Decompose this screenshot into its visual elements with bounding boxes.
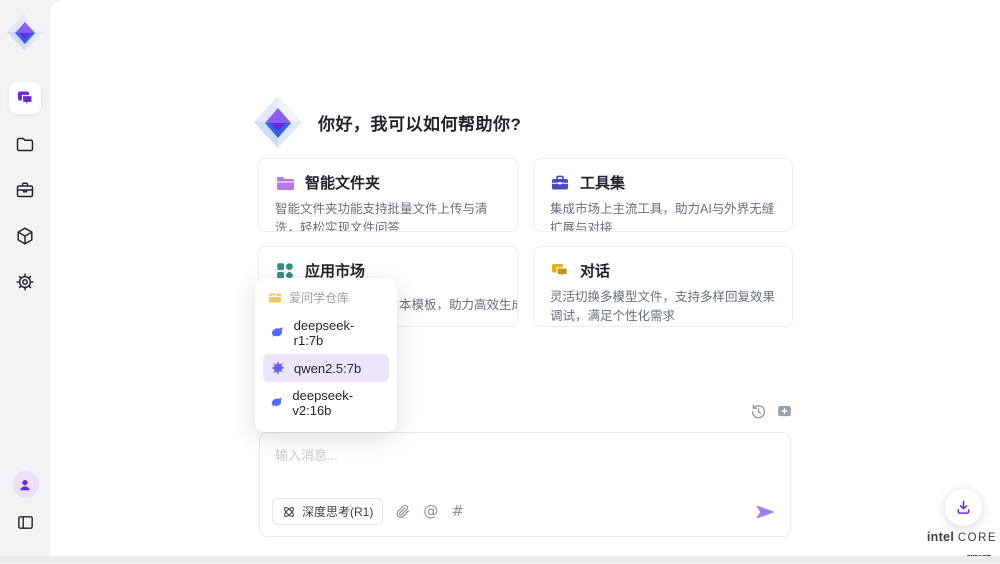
mention-button[interactable]: @ (423, 504, 438, 519)
new-chat-icon (776, 403, 793, 420)
cube-icon (15, 226, 35, 246)
model-group-header: 爱问学仓库 (263, 286, 389, 312)
intel-wordmark: intel (927, 530, 954, 544)
card-title: 智能文件夹 (305, 172, 380, 193)
model-option-label: deepseek-r1:7b (294, 318, 382, 348)
sidebar-item-files[interactable] (9, 128, 41, 160)
card-desc: 集成市场上主流工具，助力AI与外界无缝扩展与对接 (550, 200, 776, 232)
deep-think-label: 深度思考(R1) (302, 503, 373, 520)
download-icon (954, 498, 973, 517)
composer-toolbar: 深度思考(R1) @ # (272, 498, 776, 525)
model-option-deepseek-r1[interactable]: deepseek-r1:7b (263, 312, 389, 354)
window-bottom-edge (0, 556, 1000, 563)
history-button[interactable] (750, 403, 767, 420)
card-toolset[interactable]: 工具集 集成市场上主流工具，助力AI与外界无缝扩展与对接 (533, 158, 793, 232)
chat-icon (15, 88, 35, 108)
briefcase-icon (15, 180, 35, 200)
page-title: 你好，我可以如何帮助你? (318, 110, 521, 135)
conversation-actions (750, 403, 793, 420)
model-dropdown: 爱问学仓库 deepseek-r1:7b qwen2.5:7b deepseek… (255, 278, 397, 432)
folder-icon (15, 134, 35, 154)
card-desc: 灵活切换多模型文件，支持多样回复效果调试，满足个性化需求 (550, 288, 776, 326)
message-input[interactable] (275, 445, 775, 490)
model-group-label: 爱问学仓库 (289, 289, 349, 306)
model-option-label: qwen2.5:7b (294, 361, 361, 376)
sidebar (0, 0, 50, 556)
card-desc-visible-fragment: 本模板，助力高效生成多 (399, 294, 518, 313)
deep-think-icon (282, 505, 296, 519)
card-title: 工具集 (580, 172, 625, 193)
core-wordmark: core (958, 532, 997, 544)
sidebar-item-models[interactable] (9, 220, 41, 252)
greeting-block: 你好，我可以如何帮助你? (253, 95, 521, 149)
folder-icon (275, 173, 295, 193)
user-icon (17, 477, 33, 493)
composer: 深度思考(R1) @ # (259, 432, 791, 537)
new-chat-button[interactable] (776, 403, 793, 420)
model-option-qwen[interactable]: qwen2.5:7b (263, 354, 389, 382)
paperclip-icon (396, 504, 410, 519)
topic-button[interactable]: # (451, 504, 464, 519)
deep-think-button[interactable]: 深度思考(R1) (272, 498, 383, 525)
chat-bubbles-icon (550, 261, 570, 281)
model-option-label: deepseek-v2:16b (292, 388, 382, 418)
gear-icon (15, 272, 35, 292)
model-repo-icon (268, 291, 282, 305)
panel-toggle-icon (16, 513, 35, 532)
model-option-deepseek-v2[interactable]: deepseek-v2:16b (263, 382, 389, 424)
download-fab[interactable] (945, 489, 982, 526)
greeting-logo (253, 95, 303, 149)
card-conversation[interactable]: 对话 灵活切换多模型文件，支持多样回复效果调试，满足个性化需求 (533, 246, 793, 327)
history-icon (750, 403, 767, 420)
sidebar-item-chat[interactable] (9, 82, 41, 114)
sidebar-item-settings[interactable] (9, 266, 41, 298)
sidebar-item-toolbox[interactable] (9, 174, 41, 206)
card-title: 对话 (580, 260, 610, 281)
user-avatar[interactable] (12, 471, 39, 498)
attach-button[interactable] (396, 504, 410, 519)
panel-toggle-button[interactable] (9, 506, 41, 538)
deepseek-icon (270, 395, 284, 411)
card-smart-folder[interactable]: 智能文件夹 智能文件夹功能支持批量文件上传与清洗，轻松实现文件问答 (258, 158, 518, 232)
card-desc: 智能文件夹功能支持批量文件上传与清洗，轻松实现文件问答 (275, 200, 501, 232)
send-button[interactable] (755, 504, 776, 520)
send-icon (755, 504, 776, 520)
qwen-icon (270, 360, 286, 376)
hash-icon: # (451, 504, 464, 519)
at-icon: @ (423, 504, 438, 519)
app-logo (6, 12, 44, 52)
deepseek-icon (270, 325, 286, 341)
briefcase-icon (550, 173, 570, 193)
